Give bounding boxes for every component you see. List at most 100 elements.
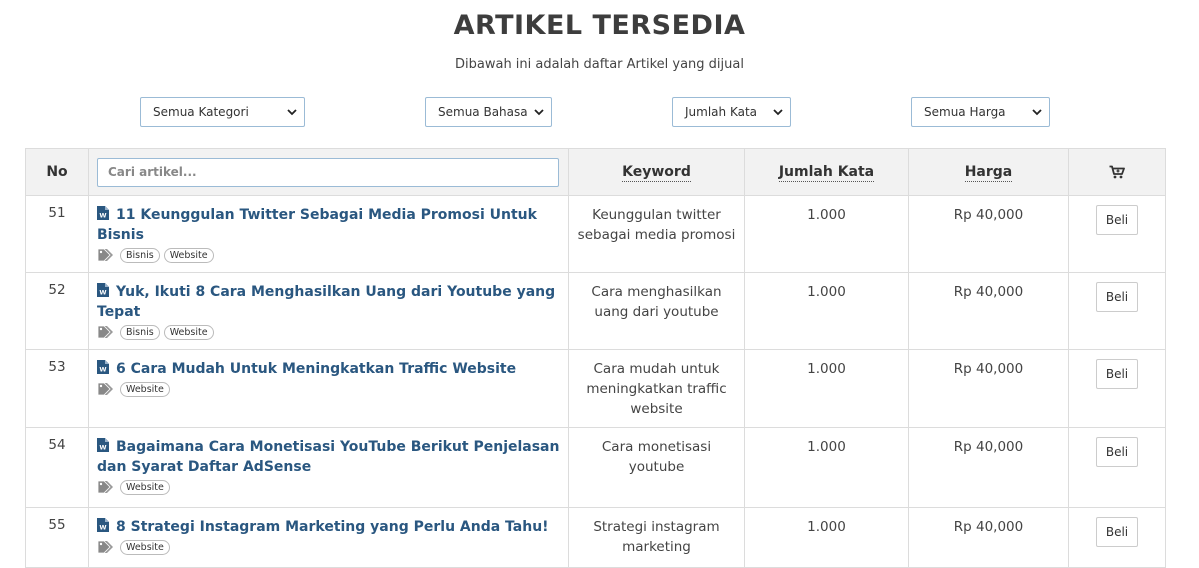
tag-list: Website [97, 538, 560, 556]
cell-keyword: Strategi instagram marketing [568, 507, 745, 568]
table-header-row: No Cari artikel... Keyword Jumlah Kata H… [25, 148, 1166, 196]
cell-keyword: Cara monetisasi youtube [568, 427, 745, 508]
beli-button[interactable]: Beli [1096, 205, 1138, 235]
cell-no: 53 [25, 349, 89, 428]
column-header-keyword[interactable]: Keyword [568, 148, 745, 196]
tag-badge[interactable]: Bisnis [120, 247, 160, 263]
article-title-text: 8 Strategi Instagram Marketing yang Perl… [116, 519, 549, 535]
tag-list: Bisnis Website [97, 246, 560, 264]
cell-harga: Rp 40,000 [908, 349, 1069, 428]
harga-select[interactable]: Semua Harga [911, 97, 1050, 127]
chevron-down-icon [533, 106, 545, 118]
kategori-select-value: Semua Kategori [153, 105, 249, 119]
cell-beli: Beli [1068, 427, 1166, 508]
table-row: 55 W 8 Strategi Instagram Marketing yang … [25, 507, 1166, 568]
search-cell: Cari artikel... [88, 148, 569, 196]
column-header-no[interactable]: No [25, 148, 89, 196]
beli-button[interactable]: Beli [1096, 282, 1138, 312]
word-document-icon: W [97, 518, 109, 532]
cell-jumlah-kata: 1.000 [744, 349, 909, 428]
tags-icon [97, 540, 117, 554]
tag-list: Bisnis Website [97, 323, 560, 341]
word-document-icon: W [97, 360, 109, 374]
column-header-jumlah-kata[interactable]: Jumlah Kata [744, 148, 909, 196]
svg-text:W: W [99, 444, 106, 452]
cell-jumlah-kata: 1.000 [744, 427, 909, 508]
page-title: ARTIKEL TERSEDIA [453, 10, 746, 41]
table-row: 51 W 11 Keunggulan Twitter Sebagai Media … [25, 195, 1166, 273]
beli-button[interactable]: Beli [1096, 359, 1138, 389]
cart-icon [1109, 164, 1125, 180]
svg-text:W: W [99, 524, 106, 532]
cell-keyword: Cara mudah untuk meningkatkan traffic we… [568, 349, 745, 428]
search-input[interactable]: Cari artikel... [97, 157, 559, 187]
tags-icon [97, 480, 117, 494]
tag-badge[interactable]: Website [120, 539, 170, 555]
cell-harga: Rp 40,000 [908, 195, 1069, 273]
cell-beli: Beli [1068, 507, 1166, 568]
cell-title: W Yuk, Ikuti 8 Cara Menghasilkan Uang dar… [88, 272, 569, 350]
table-body: 51 W 11 Keunggulan Twitter Sebagai Media … [25, 195, 1166, 568]
article-table-wrapper: No Cari artikel... Keyword Jumlah Kata H… [25, 148, 1166, 568]
tags-icon [97, 248, 117, 262]
cell-title: W Bagaimana Cara Monetisasi YouTube Berik… [88, 427, 569, 508]
bahasa-select-value: Semua Bahasa [438, 105, 528, 119]
cell-beli: Beli [1068, 195, 1166, 273]
cell-no: 51 [25, 195, 89, 273]
cell-title: W 11 Keunggulan Twitter Sebagai Media Pro… [88, 195, 569, 273]
table-row: 54 W Bagaimana Cara Monetisasi YouTube Be… [25, 427, 1166, 508]
article-title-link[interactable]: W 11 Keunggulan Twitter Sebagai Media Pro… [97, 205, 560, 245]
article-title-text: 11 Keunggulan Twitter Sebagai Media Prom… [97, 207, 537, 243]
article-title-link[interactable]: W Yuk, Ikuti 8 Cara Menghasilkan Uang dar… [97, 282, 560, 322]
tag-badge[interactable]: Website [120, 479, 170, 495]
filter-bar: Semua Kategori Semua Bahasa Jumlah Kata … [0, 97, 1199, 137]
tag-badge[interactable]: Website [163, 324, 214, 340]
word-document-icon: W [97, 283, 109, 297]
cell-beli: Beli [1068, 349, 1166, 428]
article-title-text: 6 Cara Mudah Untuk Meningkatkan Traffic … [116, 361, 517, 377]
tag-list: Website [97, 478, 560, 496]
harga-select-value: Semua Harga [924, 105, 1006, 119]
cell-no: 52 [25, 272, 89, 350]
cell-harga: Rp 40,000 [908, 427, 1069, 508]
cell-keyword: Keunggulan twitter sebagai media promosi [568, 195, 745, 273]
cell-harga: Rp 40,000 [908, 272, 1069, 350]
tags-icon [97, 325, 117, 339]
page-subtitle: Dibawah ini adalah daftar Artikel yang d… [455, 57, 744, 72]
chevron-down-icon [1031, 106, 1043, 118]
cell-title: W 8 Strategi Instagram Marketing yang Per… [88, 507, 569, 568]
jumlah-kata-select-value: Jumlah Kata [685, 105, 758, 119]
chevron-down-icon [286, 106, 298, 118]
article-title-link[interactable]: W 6 Cara Mudah Untuk Meningkatkan Traffic… [97, 359, 560, 379]
cell-jumlah-kata: 1.000 [744, 507, 909, 568]
svg-text:W: W [99, 366, 106, 374]
cell-keyword: Cara menghasilkan uang dari youtube [568, 272, 745, 350]
cell-beli: Beli [1068, 272, 1166, 350]
cell-no: 54 [25, 427, 89, 508]
kategori-select[interactable]: Semua Kategori [140, 97, 305, 127]
article-title-link[interactable]: W 8 Strategi Instagram Marketing yang Per… [97, 517, 560, 537]
svg-text:W: W [99, 289, 106, 297]
table-row: 52 W Yuk, Ikuti 8 Cara Menghasilkan Uang … [25, 272, 1166, 350]
column-header-harga[interactable]: Harga [908, 148, 1069, 196]
article-title-text: Bagaimana Cara Monetisasi YouTube Beriku… [97, 439, 560, 475]
chevron-down-icon [772, 106, 784, 118]
article-table: No Cari artikel... Keyword Jumlah Kata H… [25, 148, 1166, 568]
tag-badge[interactable]: Bisnis [120, 324, 160, 340]
cell-harga: Rp 40,000 [908, 507, 1069, 568]
cell-jumlah-kata: 1.000 [744, 195, 909, 273]
tag-badge[interactable]: Website [163, 247, 214, 263]
beli-button[interactable]: Beli [1096, 517, 1138, 547]
word-document-icon: W [97, 206, 109, 220]
tag-list: Website [97, 380, 560, 398]
cell-no: 55 [25, 507, 89, 568]
tags-icon [97, 382, 117, 396]
column-header-cart [1068, 148, 1166, 196]
jumlah-kata-select[interactable]: Jumlah Kata [672, 97, 791, 127]
article-title-link[interactable]: W Bagaimana Cara Monetisasi YouTube Berik… [97, 437, 560, 477]
tag-badge[interactable]: Website [120, 381, 170, 397]
bahasa-select[interactable]: Semua Bahasa [425, 97, 552, 127]
beli-button[interactable]: Beli [1096, 437, 1138, 467]
word-document-icon: W [97, 438, 109, 452]
table-row: 53 W 6 Cara Mudah Untuk Meningkatkan Traf… [25, 349, 1166, 428]
